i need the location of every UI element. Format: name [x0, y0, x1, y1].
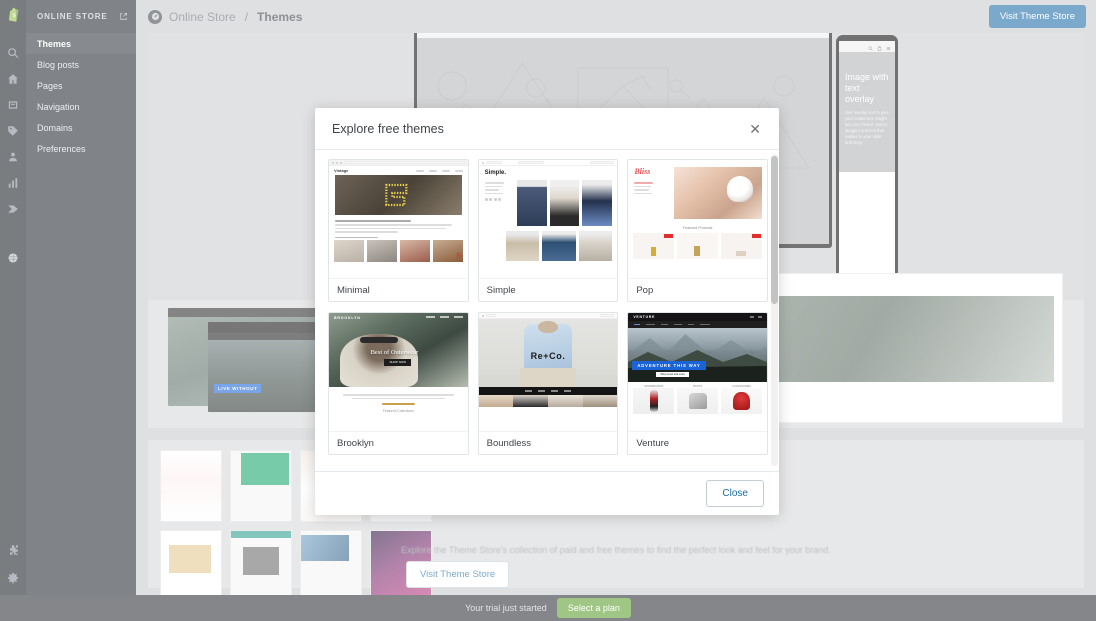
theme-thumbnail: Vintage S — [329, 160, 468, 278]
close-icon[interactable]: ✕ — [746, 120, 764, 138]
theme-name: Brooklyn — [329, 431, 468, 454]
modal-scrollbar-track[interactable] — [771, 154, 778, 466]
theme-name: Boundless — [478, 431, 618, 454]
modal-title: Explore free themes — [332, 121, 444, 136]
theme-thumbnail: BROOKLYN Best of Outerwear SHOP NOW Feat… — [329, 313, 468, 431]
theme-thumbnail: VENTURE ADVENTURE THIS WAY Shop snow and… — [628, 313, 767, 431]
theme-thumbnail: Re+Co. — [478, 313, 618, 431]
theme-mock-logo: Vintage — [334, 168, 349, 173]
theme-name: Pop — [628, 278, 767, 301]
theme-card-pop[interactable]: Bliss Featured Products Pop — [627, 159, 768, 302]
theme-card-brooklyn[interactable]: BROOKLYN Best of Outerwear SHOP NOW Feat… — [328, 312, 469, 455]
theme-mock-logo: VENTURE — [633, 315, 656, 319]
theme-thumbnail: Bliss Featured Products — [628, 160, 767, 278]
theme-thumbnail: Simple. — [478, 160, 618, 278]
theme-mock-logo: Simple. — [484, 170, 506, 176]
theme-name: Minimal — [329, 278, 468, 301]
modal-footer: Close — [315, 471, 779, 515]
theme-card-venture[interactable]: VENTURE ADVENTURE THIS WAY Shop snow and… — [627, 312, 768, 455]
theme-name: Simple — [478, 278, 618, 301]
close-button[interactable]: Close — [706, 480, 764, 507]
modal-body: Vintage S Minimal Simple. Simple Bliss F… — [315, 150, 779, 471]
theme-mock-logo: Bliss — [634, 167, 651, 176]
modal-scrollbar-thumb[interactable] — [771, 156, 778, 304]
modal-header: Explore free themes ✕ — [315, 108, 779, 150]
theme-mock-logo: Re+Co. — [530, 350, 566, 361]
theme-mock-logo: BROOKLYN — [334, 316, 361, 320]
theme-banner-text: ADVENTURE THIS WAY — [632, 361, 706, 370]
theme-card-boundless[interactable]: Re+Co. Boundless — [477, 312, 619, 455]
theme-card-minimal[interactable]: Vintage S Minimal — [328, 159, 469, 302]
theme-card-simple[interactable]: Simple. Simple — [477, 159, 619, 302]
theme-grid: Vintage S Minimal Simple. Simple Bliss F… — [328, 159, 768, 455]
theme-name: Venture — [628, 431, 767, 454]
explore-free-themes-modal: Explore free themes ✕ Vintage S Minimal … — [315, 108, 779, 515]
